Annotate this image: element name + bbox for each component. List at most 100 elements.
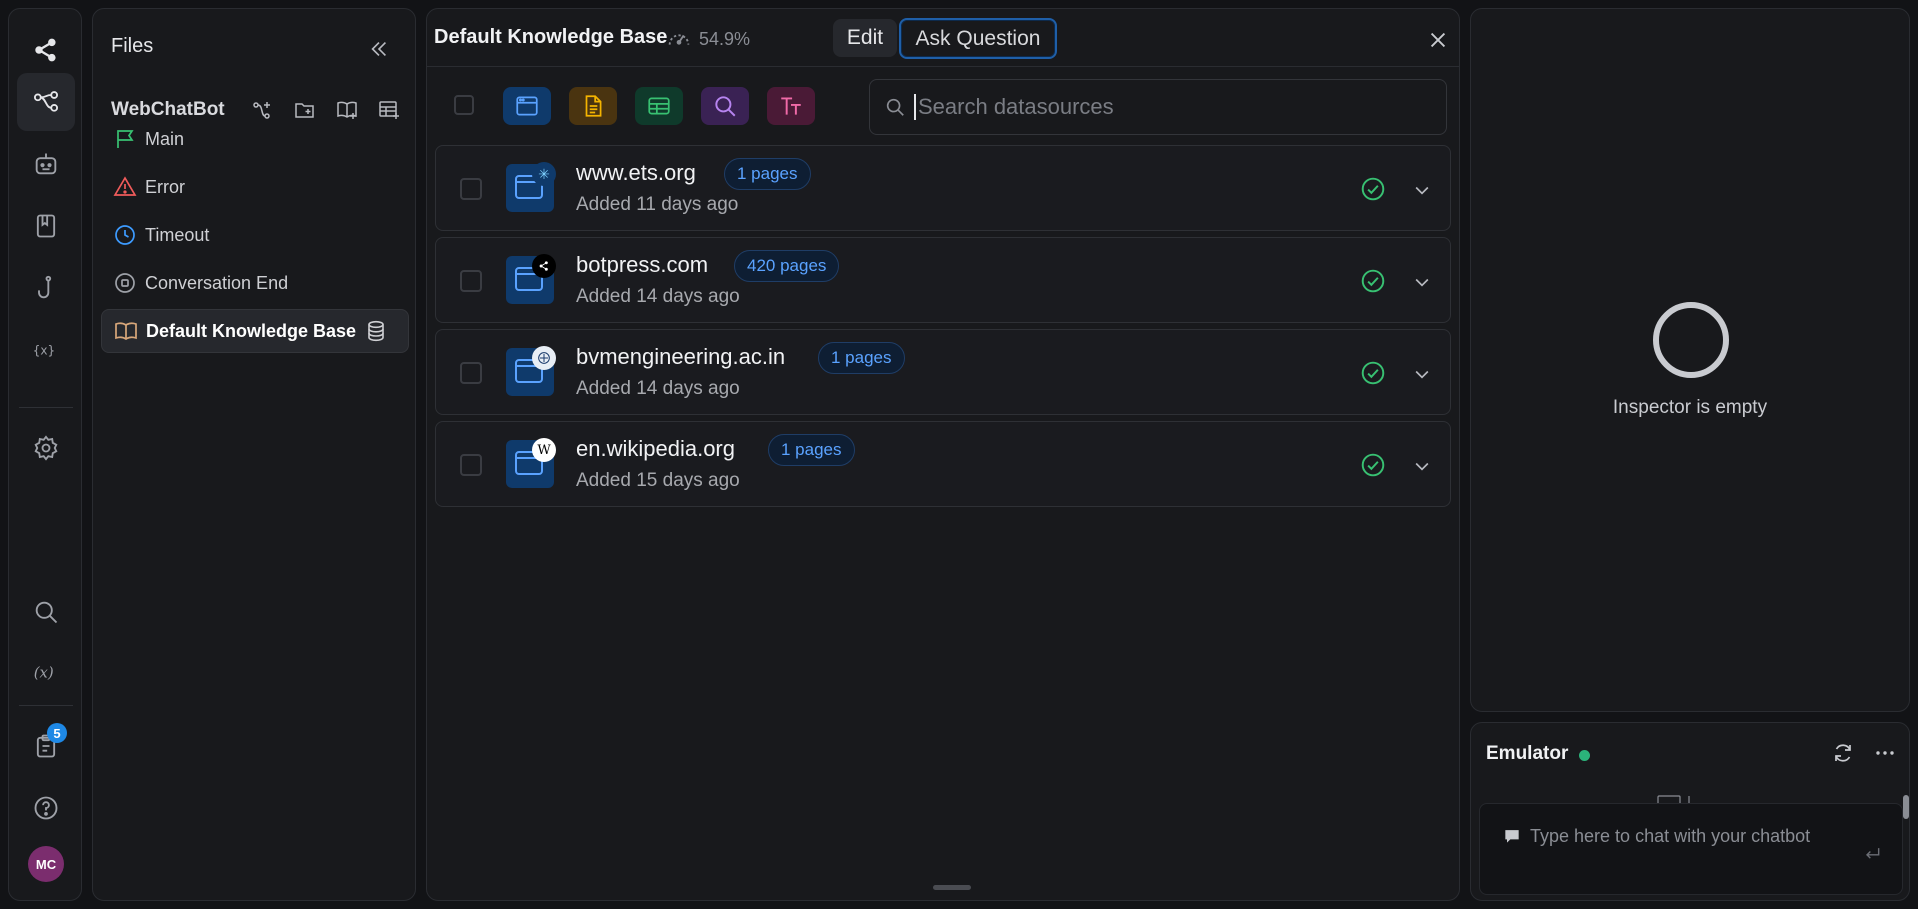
enter-icon[interactable] (1862, 844, 1882, 864)
icon-rail: {x} (x) 5 MC (8, 8, 82, 901)
settings-gear-icon[interactable] (17, 419, 75, 477)
chat-input-placeholder: Type here to chat with your chatbot (1530, 826, 1811, 846)
empty-ring-icon (1653, 302, 1729, 378)
help-icon[interactable] (17, 779, 75, 837)
function-icon[interactable]: (x) (17, 643, 75, 701)
file-item-error[interactable]: Error (101, 165, 409, 209)
datasource-added: Added 14 days ago (576, 286, 740, 307)
datasource-row[interactable]: bvmengineering.ac.in 1 pages Added 14 da… (435, 329, 1451, 415)
inspector-empty-text: Inspector is empty (1612, 397, 1768, 418)
favicon-botpress-icon (532, 254, 556, 278)
check-circle-icon (1361, 361, 1385, 385)
usage-percent: 54.9% (699, 29, 751, 49)
page-count-badge: 1 pages (768, 434, 855, 466)
chevron-down-icon[interactable] (1412, 180, 1432, 200)
flag-icon (117, 130, 134, 148)
scrollbar-thumb[interactable] (1903, 795, 1909, 819)
check-circle-icon (1361, 177, 1385, 201)
website-source-icon (506, 346, 556, 396)
chat-input[interactable]: Type here to chat with your chatbot (1479, 803, 1903, 895)
search-icon (715, 96, 736, 117)
check-circle-icon (1361, 269, 1385, 293)
datasource-name: en.wikipedia.org (576, 436, 735, 461)
row-checkbox[interactable] (460, 178, 482, 200)
warning-icon (113, 176, 137, 196)
datasource-row[interactable]: ✳ www.ets.org 1 pages Added 11 days ago (435, 145, 1451, 231)
search-icon[interactable] (17, 583, 75, 641)
more-options-icon[interactable] (1873, 741, 1897, 765)
add-website-button[interactable] (503, 87, 551, 125)
text-type-icon (781, 97, 801, 115)
website-source-icon (506, 254, 556, 304)
datasource-name: www.ets.org (576, 160, 696, 185)
ask-question-button[interactable]: Ask Question (899, 18, 1057, 59)
page-count-badge: 420 pages (734, 250, 840, 282)
page-count-badge: 1 pages (724, 158, 811, 190)
rail-divider (19, 705, 73, 706)
files-panel: Files WebChatBot Main Error Timeout Conv… (92, 8, 416, 901)
check-circle-icon (1361, 453, 1385, 477)
datasource-added: Added 15 days ago (576, 470, 740, 491)
add-table-button[interactable] (635, 87, 683, 125)
datasource-search[interactable] (869, 79, 1447, 135)
svg-text:{x}: {x} (33, 343, 55, 357)
clipboard-tasks-icon[interactable]: 5 (17, 717, 75, 775)
search-datasources-input[interactable] (914, 94, 1434, 120)
file-item-timeout[interactable]: Timeout (101, 213, 409, 257)
chevron-down-icon[interactable] (1412, 272, 1432, 292)
row-checkbox[interactable] (460, 270, 482, 292)
row-checkbox[interactable] (460, 362, 482, 384)
status-dot (1579, 750, 1590, 761)
collapse-panel-icon[interactable] (365, 35, 393, 63)
file-item-main[interactable]: Main (101, 117, 409, 161)
workflow-icon[interactable] (17, 73, 75, 131)
datasource-name: bvmengineering.ac.in (576, 344, 786, 369)
document-icon (585, 95, 602, 117)
chevron-down-icon[interactable] (1412, 456, 1432, 476)
stop-circle-icon (115, 273, 135, 293)
select-all-checkbox[interactable] (454, 95, 474, 115)
kb-header: Default Knowledge Base 54.9% Edit Ask Qu… (427, 9, 1459, 67)
user-avatar[interactable]: MC (17, 835, 75, 893)
datasource-name: botpress.com (576, 252, 709, 277)
chevron-down-icon[interactable] (1412, 364, 1432, 384)
add-rich-text-button[interactable] (767, 87, 815, 125)
gauge-icon (668, 34, 690, 45)
datasource-added: Added 14 days ago (576, 378, 740, 399)
search-icon (886, 98, 904, 116)
datasource-row[interactable]: botpress.com 420 pages Added 14 days ago (435, 237, 1451, 323)
resize-handle[interactable] (933, 885, 971, 890)
add-document-button[interactable] (569, 87, 617, 125)
book-icon[interactable] (17, 197, 75, 255)
variables-icon[interactable]: {x} (17, 321, 75, 379)
file-item-label: Conversation End (145, 272, 289, 293)
browser-icon (516, 96, 538, 116)
add-web-search-button[interactable] (701, 87, 749, 125)
table-icon (648, 97, 670, 115)
file-item-label: Main (145, 128, 185, 149)
book-open-icon (115, 322, 137, 341)
datasource-added: Added 11 days ago (576, 194, 739, 215)
file-item-default-knowledge-base[interactable]: Default Knowledge Base (101, 309, 409, 353)
clock-icon (115, 225, 135, 245)
bot-icon[interactable] (17, 135, 75, 193)
hook-icon[interactable] (17, 259, 75, 317)
knowledge-base-panel: Default Knowledge Base 54.9% Edit Ask Qu… (426, 8, 1460, 901)
close-icon[interactable] (1427, 29, 1449, 51)
kb-title: Default Knowledge Base (434, 26, 668, 48)
database-icon[interactable] (364, 319, 388, 343)
emulator-title: Emulator (1486, 743, 1569, 764)
emulator-panel: Emulator Type here to chat with your cha… (1470, 722, 1910, 901)
logo-share-icon[interactable] (17, 21, 75, 79)
refresh-icon[interactable] (1831, 741, 1855, 765)
row-checkbox[interactable] (460, 454, 482, 476)
datasource-row[interactable]: W en.wikipedia.org 1 pages Added 15 days… (435, 421, 1451, 507)
file-item-conversation-end[interactable]: Conversation End (101, 261, 409, 305)
files-title: Files (111, 35, 154, 57)
chat-bubble-icon (1505, 830, 1519, 843)
favicon-wikipedia-icon: W (532, 438, 556, 462)
edit-button[interactable]: Edit (833, 19, 897, 57)
website-source-icon: ✳ (506, 162, 556, 212)
avatar-initials: MC (28, 846, 64, 882)
notification-badge: 5 (47, 723, 67, 743)
